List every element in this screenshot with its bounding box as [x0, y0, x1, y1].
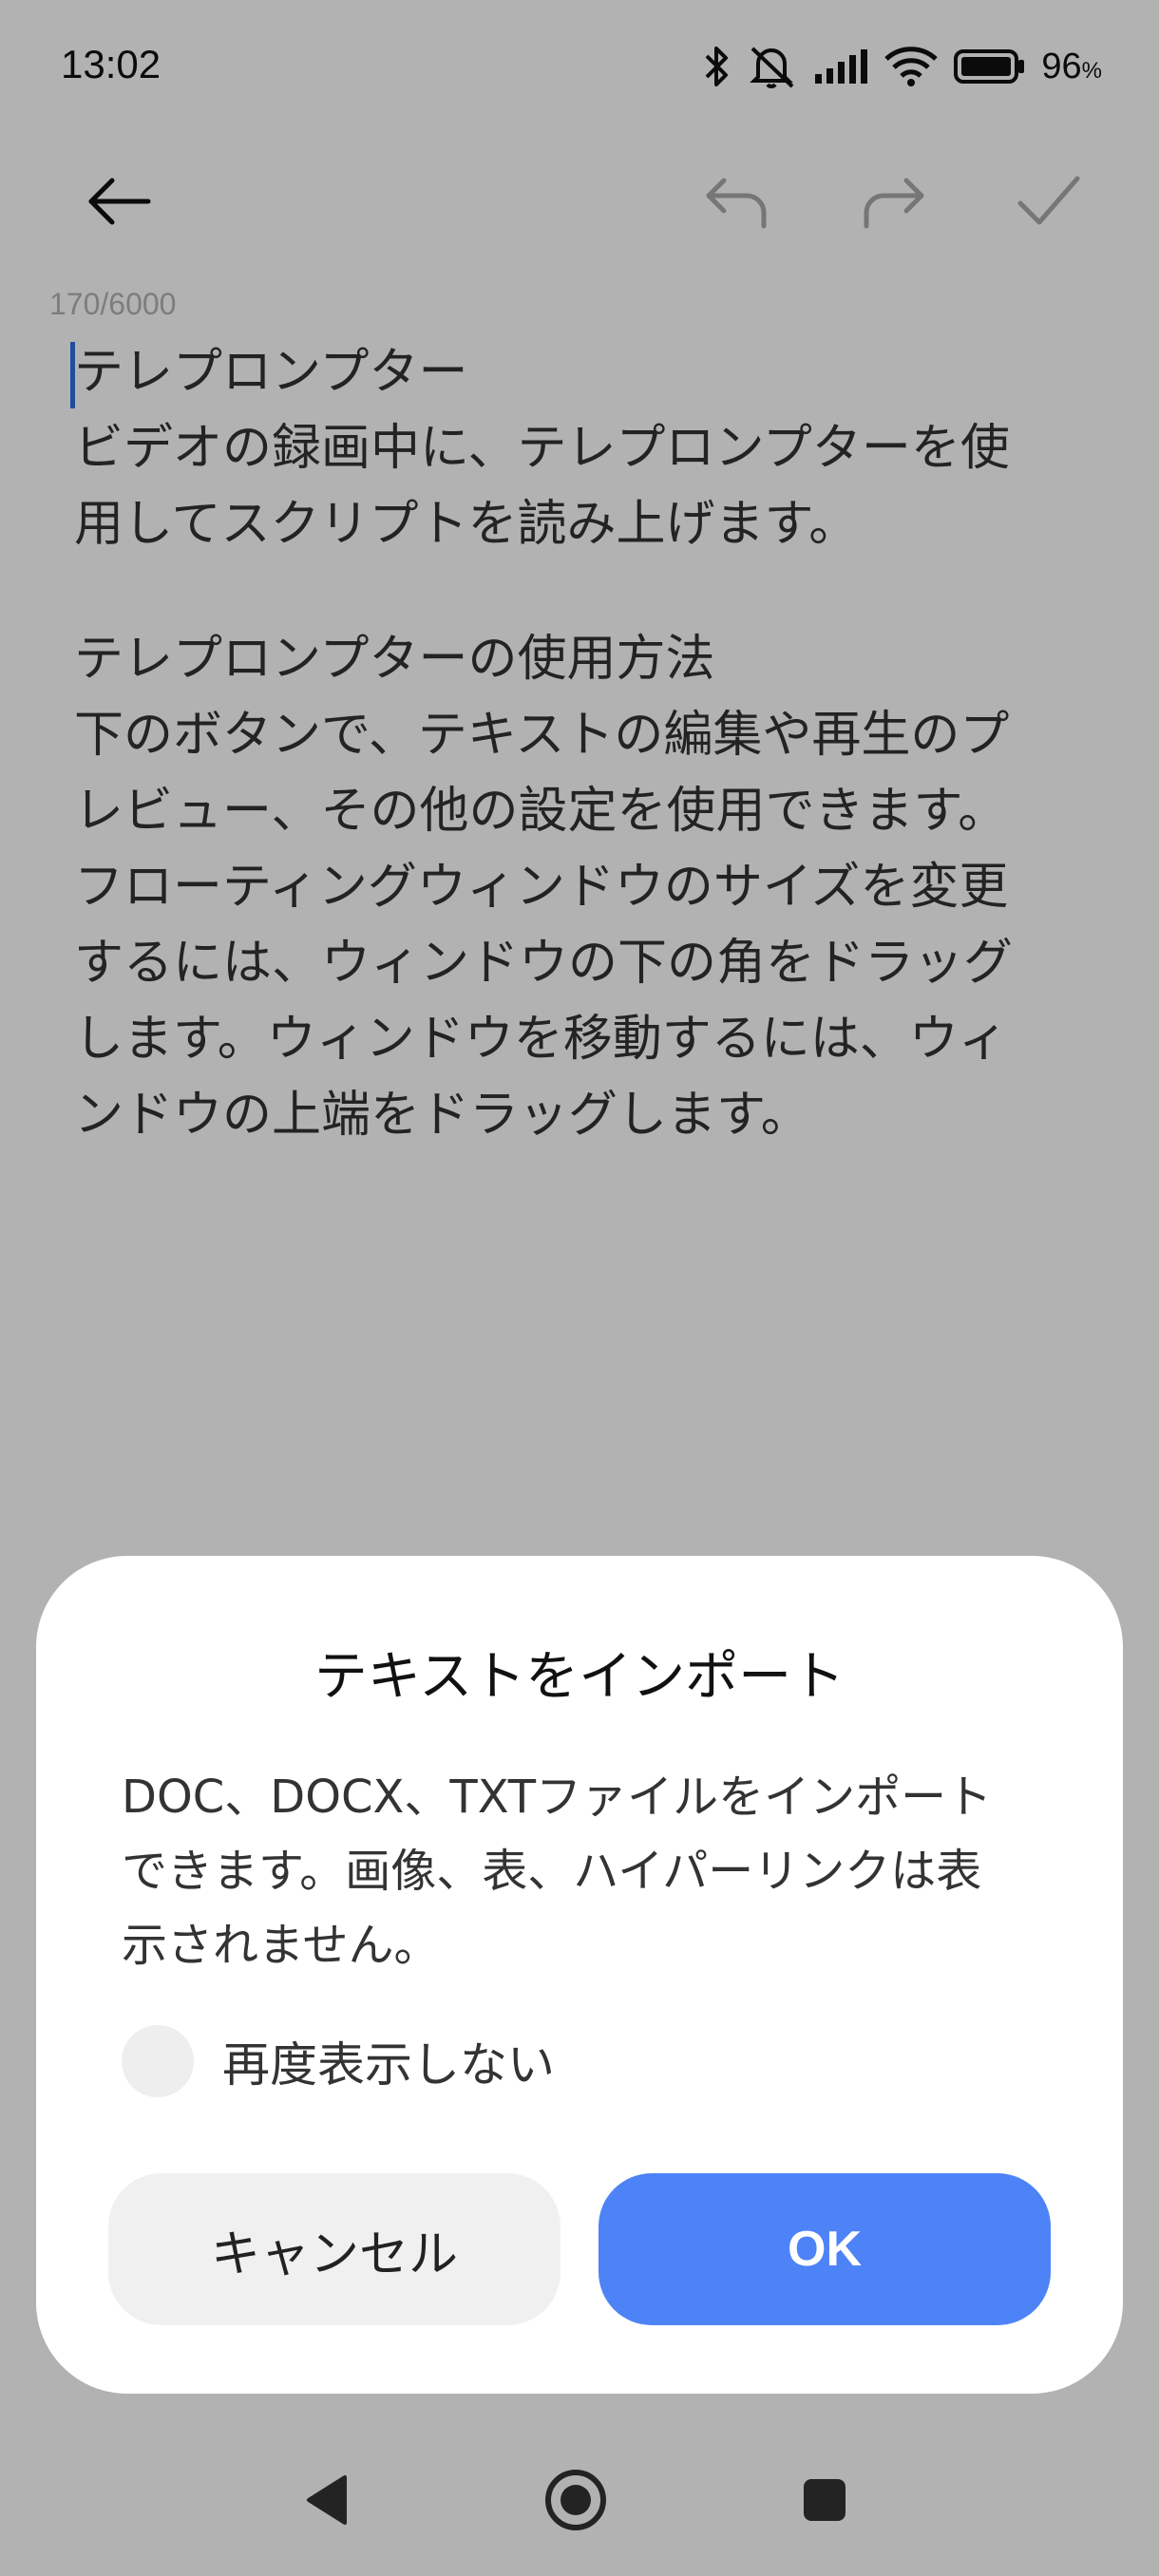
- dialog-message-line: 示されません。: [122, 1919, 440, 1972]
- dont-show-again-checkbox[interactable]: [122, 2025, 194, 2097]
- dont-show-again-label: 再度表示しない: [222, 2037, 555, 2093]
- dialog-title: テキストをインポート: [314, 1646, 846, 1708]
- import-text-dialog: テキストをインポート DOC、DOCX、TXTファイルをインポート できます。画…: [36, 1556, 1123, 2394]
- ok-button[interactable]: OK: [598, 2173, 1051, 2325]
- screen: 13:02 96% 170/6000 テレプロンプター ビデオの録画中に、テレプ…: [0, 0, 1159, 2576]
- cancel-button[interactable]: キャンセル: [108, 2173, 560, 2325]
- dialog-message-line: できます。画像、表、ハイパーリンクは表: [122, 1845, 982, 1898]
- dialog-message: DOC、DOCX、TXTファイルをインポート できます。画像、表、ハイパーリンク…: [122, 1760, 1053, 1982]
- dialog-message-line: DOC、DOCX、TXTファイルをインポート: [122, 1771, 993, 1824]
- dont-show-again-row[interactable]: 再度表示しない: [122, 2023, 555, 2099]
